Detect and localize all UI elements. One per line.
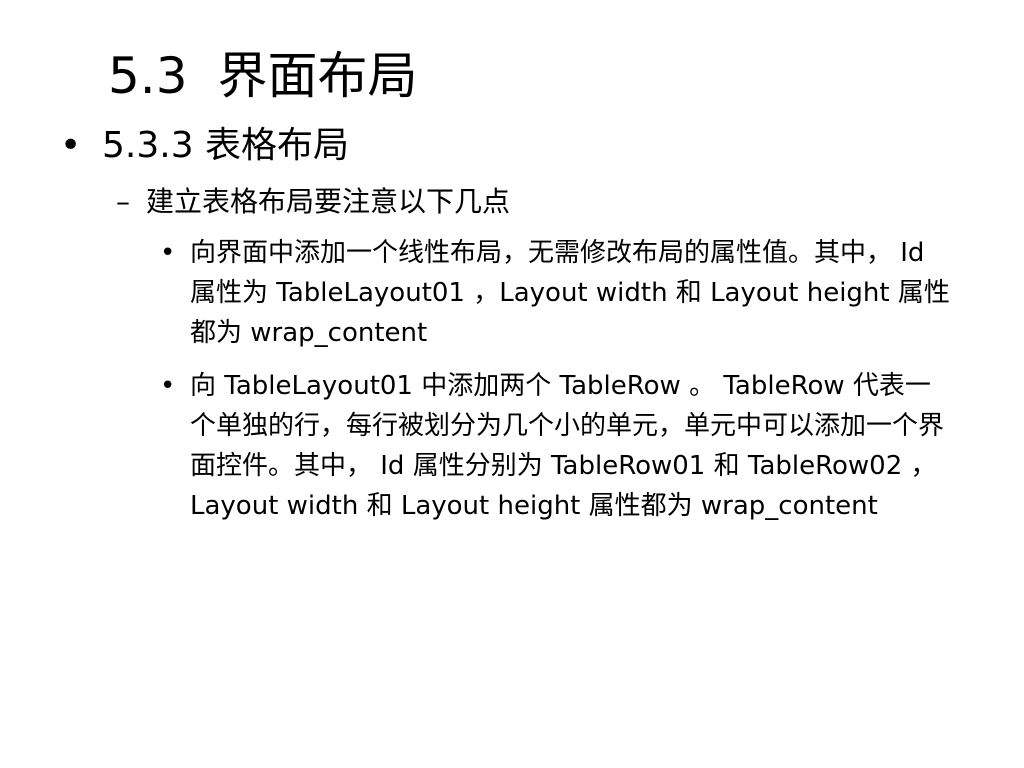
slide-title-number: 5.3 — [108, 47, 188, 105]
bullet-dot-icon: • — [160, 238, 176, 268]
bullet-dot-icon: • — [60, 125, 82, 166]
bullet-point: • 向界面中添加一个线性布局，无需修改布局的属性值。其中， Id 属性为 Tab… — [160, 233, 950, 353]
section-heading-text: 5.3.3 表格布局 — [102, 125, 350, 166]
bullet-point-text: 向 TableLayout01 中添加两个 TableRow 。 TableRo… — [190, 371, 945, 521]
subheading-text: 建立表格布局要注意以下几点 — [146, 185, 511, 218]
bullet-dot-icon: • — [160, 371, 176, 401]
bullet-point-text: 向界面中添加一个线性布局，无需修改布局的属性值。其中， Id 属性为 Table… — [190, 238, 950, 348]
slide-title: 5.3 界面布局 — [108, 40, 418, 112]
slide-title-text: 界面布局 — [217, 47, 418, 105]
dash-bullet-icon: – — [116, 185, 130, 218]
bullet-point: • 向 TableLayout01 中添加两个 TableRow 。 Table… — [160, 366, 950, 526]
subheading: – 建立表格布局要注意以下几点 — [116, 180, 510, 224]
section-heading: • 5.3.3 表格布局 — [60, 118, 349, 174]
